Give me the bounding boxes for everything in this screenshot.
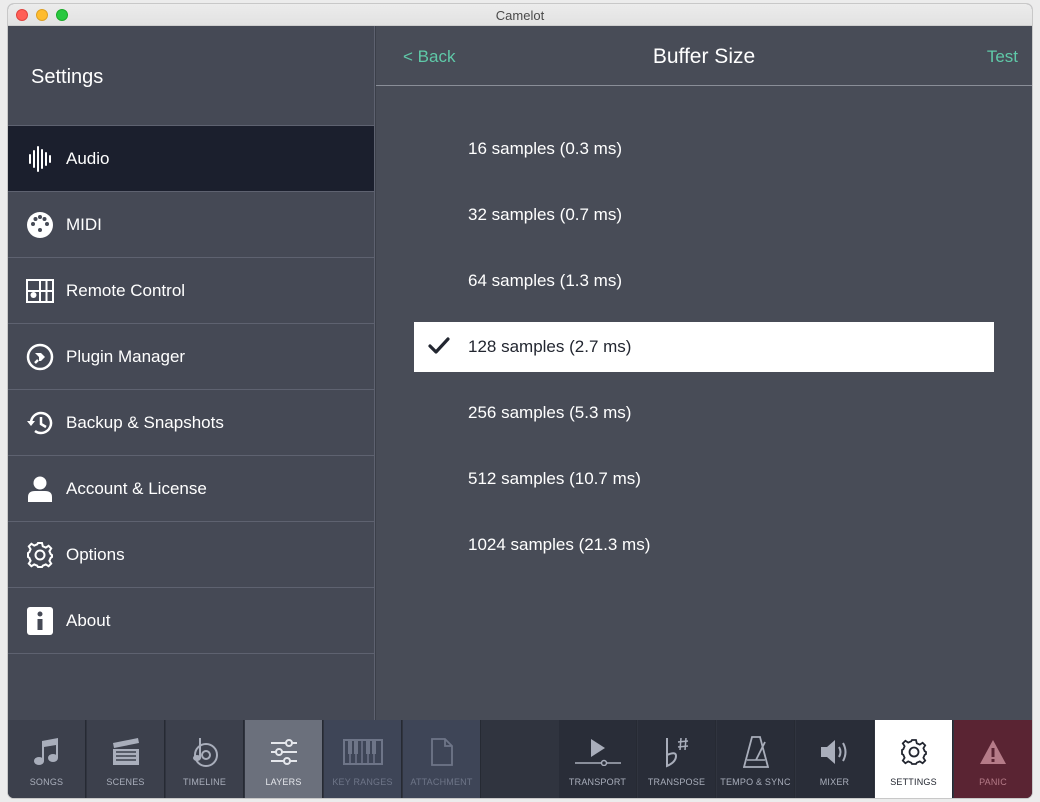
toolbar-label: SCENES [106, 777, 145, 787]
gear-icon [26, 541, 54, 569]
sliders-icon [245, 736, 322, 768]
panel-header: < Back Buffer Size Test [376, 26, 1032, 86]
page-title: Buffer Size [652, 45, 756, 68]
buffer-option-256[interactable]: 256 samples (5.3 ms) [414, 388, 994, 438]
test-button[interactable]: Test [987, 47, 1018, 67]
sidebar-item-label: MIDI [66, 215, 102, 234]
toolbar-transport-button[interactable]: TRANSPORT [559, 720, 637, 798]
clapperboard-icon [87, 736, 164, 768]
play-icon [559, 736, 636, 768]
metronome-icon [717, 736, 794, 768]
remote-control-icon [26, 277, 54, 305]
gear-icon [875, 736, 952, 768]
info-icon [26, 607, 54, 635]
toolbar-layers-button[interactable]: LAYERS [245, 720, 323, 798]
sidebar-item-account-license[interactable]: Account & License [8, 456, 374, 522]
sidebar-item-about[interactable]: About [8, 588, 374, 654]
sidebar-item-backup-snapshots[interactable]: Backup & Snapshots [8, 390, 374, 456]
sidebar-item-label: Backup & Snapshots [66, 413, 224, 432]
sidebar-item-label: Plugin Manager [66, 347, 186, 366]
sidebar-item-audio[interactable]: Audio [8, 126, 374, 192]
sidebar-item-midi[interactable]: MIDI [8, 192, 374, 258]
option-label: 512 samples (10.7 ms) [468, 469, 641, 488]
history-icon [26, 409, 54, 437]
buffer-option-1024[interactable]: 1024 samples (21.3 ms) [414, 520, 994, 570]
audio-waveform-icon [26, 145, 54, 173]
toolbar-settings-button[interactable]: SETTINGS [875, 720, 953, 798]
sidebar-header: Settings [8, 26, 374, 126]
bottom-toolbar: SONGS SCENES TIMELINE LAYERS KEY RANGES … [8, 720, 1032, 798]
toolbar-label: MIXER [819, 777, 850, 787]
option-label: 16 samples (0.3 ms) [468, 139, 622, 158]
buffer-size-panel: < Back Buffer Size Test 16 samples (0.3 … [376, 26, 1032, 720]
plugin-icon [26, 343, 54, 371]
settings-sidebar: Settings Audio MIDI Remote Control Plugi… [8, 26, 375, 720]
option-label: 32 samples (0.7 ms) [468, 205, 622, 224]
sidebar-title: Settings [31, 66, 104, 88]
warning-icon [954, 736, 1032, 768]
toolbar-label: KEY RANGES [332, 777, 393, 787]
option-label: 128 samples (2.7 ms) [468, 337, 632, 356]
music-note-icon [8, 736, 85, 768]
keyboard-icon [324, 736, 401, 768]
option-label: 256 samples (5.3 ms) [468, 403, 632, 422]
sidebar-item-remote-control[interactable]: Remote Control [8, 258, 374, 324]
sidebar-item-plugin-manager[interactable]: Plugin Manager [8, 324, 374, 390]
toolbar-scenes-button[interactable]: SCENES [87, 720, 165, 798]
toolbar-label: ATTACHMENT [410, 777, 473, 787]
midi-connector-icon [26, 211, 54, 239]
sidebar-item-options[interactable]: Options [8, 522, 374, 588]
option-label: 1024 samples (21.3 ms) [468, 535, 651, 554]
option-label: 64 samples (1.3 ms) [468, 271, 622, 290]
toolbar-label: LAYERS [265, 777, 302, 787]
toolbar-label: PANIC [979, 777, 1007, 787]
timeline-icon [166, 736, 243, 768]
toolbar-songs-button[interactable]: SONGS [8, 720, 86, 798]
sidebar-item-label: Account & License [66, 479, 207, 498]
toolbar-attachment-button[interactable]: ATTACHMENT [403, 720, 481, 798]
speaker-icon [796, 736, 873, 768]
toolbar-spacer [482, 720, 559, 798]
buffer-option-16[interactable]: 16 samples (0.3 ms) [414, 124, 994, 174]
toolbar-panic-button[interactable]: PANIC [954, 720, 1032, 798]
sidebar-item-label: Remote Control [66, 281, 186, 300]
buffer-option-32[interactable]: 32 samples (0.7 ms) [414, 190, 994, 240]
toolbar-transpose-button[interactable]: TRANSPOSE [638, 720, 716, 798]
window-title: Camelot [495, 8, 545, 23]
user-icon [26, 475, 54, 503]
checkmark-icon [428, 337, 450, 360]
toolbar-mixer-button[interactable]: MIXER [796, 720, 874, 798]
title-bar: Camelot [8, 4, 1032, 26]
toolbar-timeline-button[interactable]: TIMELINE [166, 720, 244, 798]
sidebar-item-label: About [66, 611, 111, 630]
app-window: Camelot Settings Audio MIDI Remote Contr… [8, 4, 1032, 798]
buffer-option-128[interactable]: 128 samples (2.7 ms) [414, 322, 994, 372]
toolbar-label: TIMELINE [182, 777, 227, 787]
buffer-option-64[interactable]: 64 samples (1.3 ms) [414, 256, 994, 306]
toolbar-tempo-sync-button[interactable]: TEMPO & SYNC [717, 720, 795, 798]
toolbar-label: SONGS [29, 777, 64, 787]
sidebar-item-label: Options [66, 545, 125, 564]
sidebar-item-label: Audio [66, 149, 110, 168]
document-icon [403, 736, 480, 768]
flat-sharp-icon [638, 736, 715, 768]
toolbar-label: TRANSPOSE [647, 777, 706, 787]
toolbar-key-ranges-button[interactable]: KEY RANGES [324, 720, 402, 798]
buffer-option-512[interactable]: 512 samples (10.7 ms) [414, 454, 994, 504]
toolbar-label: SETTINGS [890, 777, 937, 787]
toolbar-label: TEMPO & SYNC [720, 777, 791, 787]
toolbar-label: TRANSPORT [568, 777, 627, 787]
